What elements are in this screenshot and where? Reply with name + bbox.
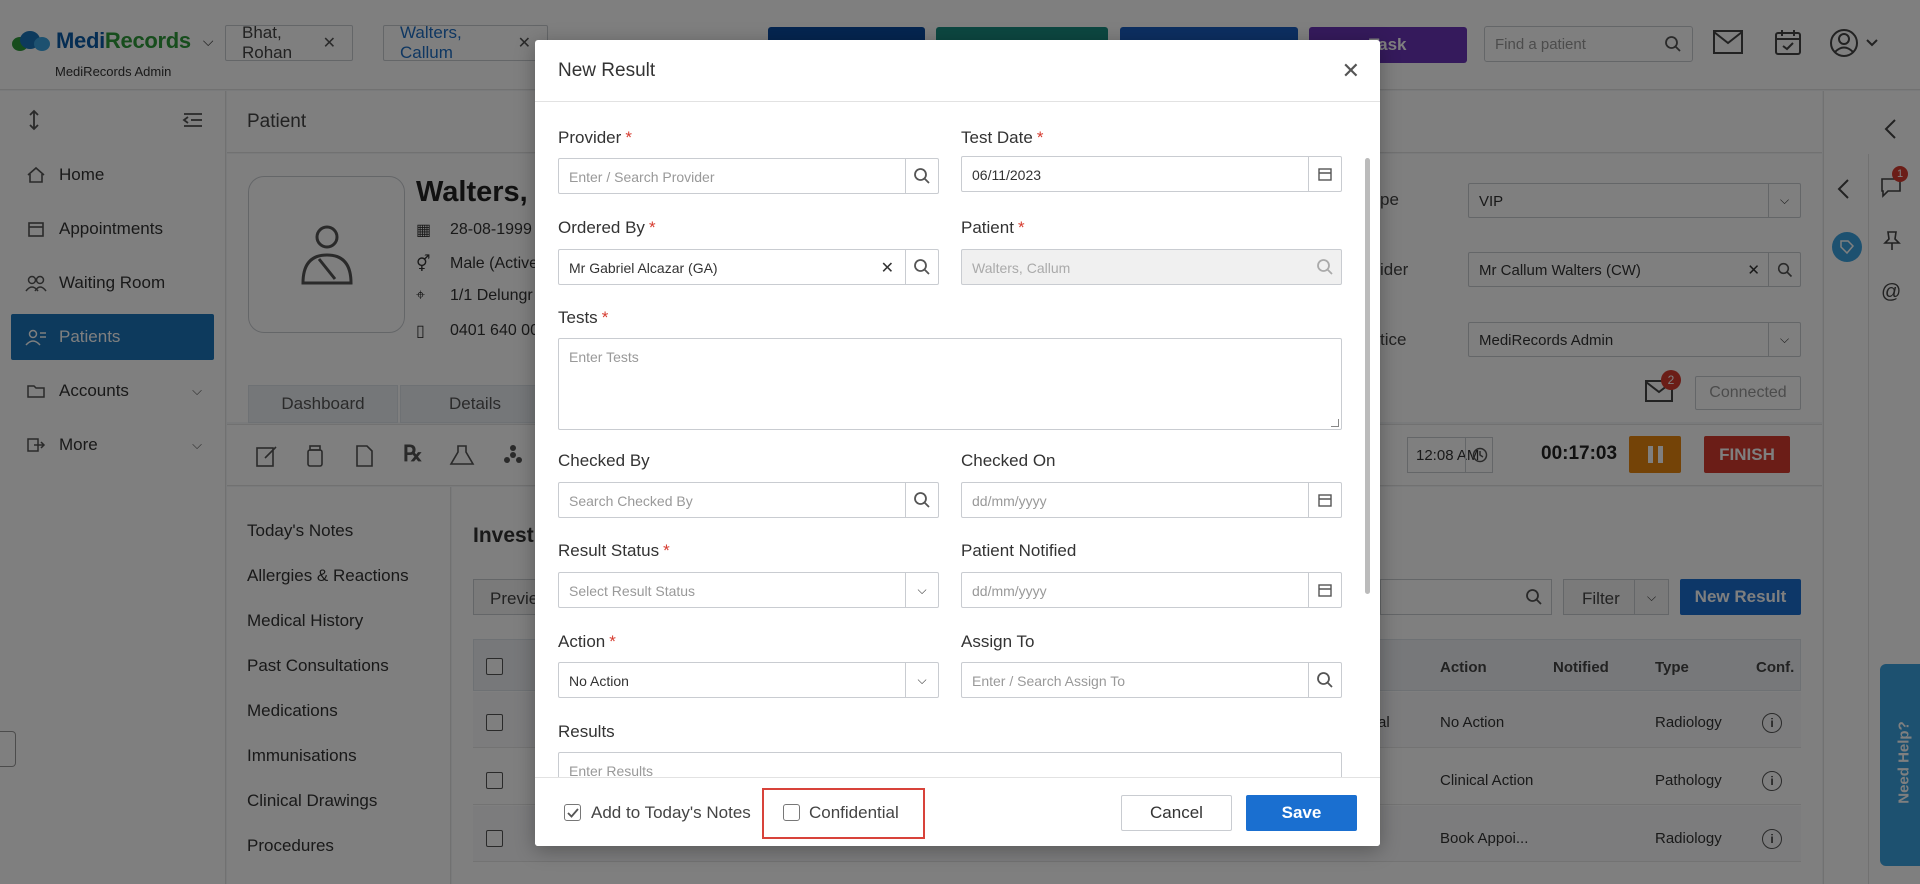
checked-on-label: Checked On [961, 451, 1056, 470]
calendar-icon[interactable] [1308, 483, 1341, 517]
checked-on-input[interactable]: dd/mm/yyyy [961, 482, 1342, 518]
ordered-by-input[interactable]: Mr Gabriel Alcazar (GA) ✕ [558, 249, 939, 285]
chevron-down-icon[interactable]: ⌵ [905, 663, 938, 697]
action-label: Action * [558, 632, 616, 651]
result-status-select[interactable]: Select Result Status ⌵ [558, 572, 939, 608]
test-date-input[interactable]: 06/11/2023 [961, 156, 1342, 192]
tests-label: Tests * [558, 308, 609, 327]
confidential-checkbox[interactable] [783, 804, 800, 821]
checked-by-label: Checked By [558, 451, 650, 470]
assign-to-input[interactable]: Enter / Search Assign To [961, 662, 1342, 698]
provider-input[interactable]: Enter / Search Provider [558, 158, 939, 194]
cancel-button[interactable]: Cancel [1121, 795, 1232, 831]
new-result-modal: New Result ✕ Provider * Enter / Search Pr… [535, 40, 1380, 846]
modal-title: New Result [558, 60, 656, 81]
resize-handle[interactable] [1331, 419, 1339, 427]
search-icon[interactable] [905, 159, 938, 193]
search-icon[interactable] [905, 250, 938, 284]
confidential-label[interactable]: Confidential [809, 803, 899, 823]
modal-scrollbar[interactable] [1365, 158, 1370, 594]
ordered-by-label: Ordered By * [558, 218, 656, 237]
add-to-notes-label[interactable]: Add to Today's Notes [591, 803, 751, 823]
add-to-notes-checkbox[interactable] [564, 804, 581, 821]
save-button[interactable]: Save [1246, 795, 1357, 831]
search-icon[interactable] [905, 483, 938, 517]
search-icon [1308, 250, 1341, 284]
test-date-label: Test Date * [961, 128, 1044, 147]
results-label: Results [558, 722, 615, 741]
patient-notified-label: Patient Notified [961, 541, 1077, 560]
chevron-down-icon[interactable]: ⌵ [905, 573, 938, 607]
checked-by-input[interactable]: Search Checked By [558, 482, 939, 518]
calendar-icon[interactable] [1308, 157, 1341, 191]
provider-label: Provider * [558, 128, 632, 147]
tests-textarea[interactable]: Enter Tests [558, 338, 1342, 430]
calendar-icon[interactable] [1308, 573, 1341, 607]
patient-notified-input[interactable]: dd/mm/yyyy [961, 572, 1342, 608]
modal-header: New Result ✕ [535, 40, 1380, 102]
result-status-label: Result Status * [558, 541, 670, 560]
patient-input: Walters, Callum [961, 249, 1342, 285]
checkmark-icon [566, 807, 579, 818]
patient-label: Patient * [961, 218, 1025, 237]
close-icon[interactable]: ✕ [1342, 58, 1360, 84]
action-select[interactable]: No Action ⌵ [558, 662, 939, 698]
assign-to-label: Assign To [961, 632, 1035, 651]
search-icon[interactable] [1308, 663, 1341, 697]
clear-icon[interactable]: ✕ [881, 258, 894, 278]
